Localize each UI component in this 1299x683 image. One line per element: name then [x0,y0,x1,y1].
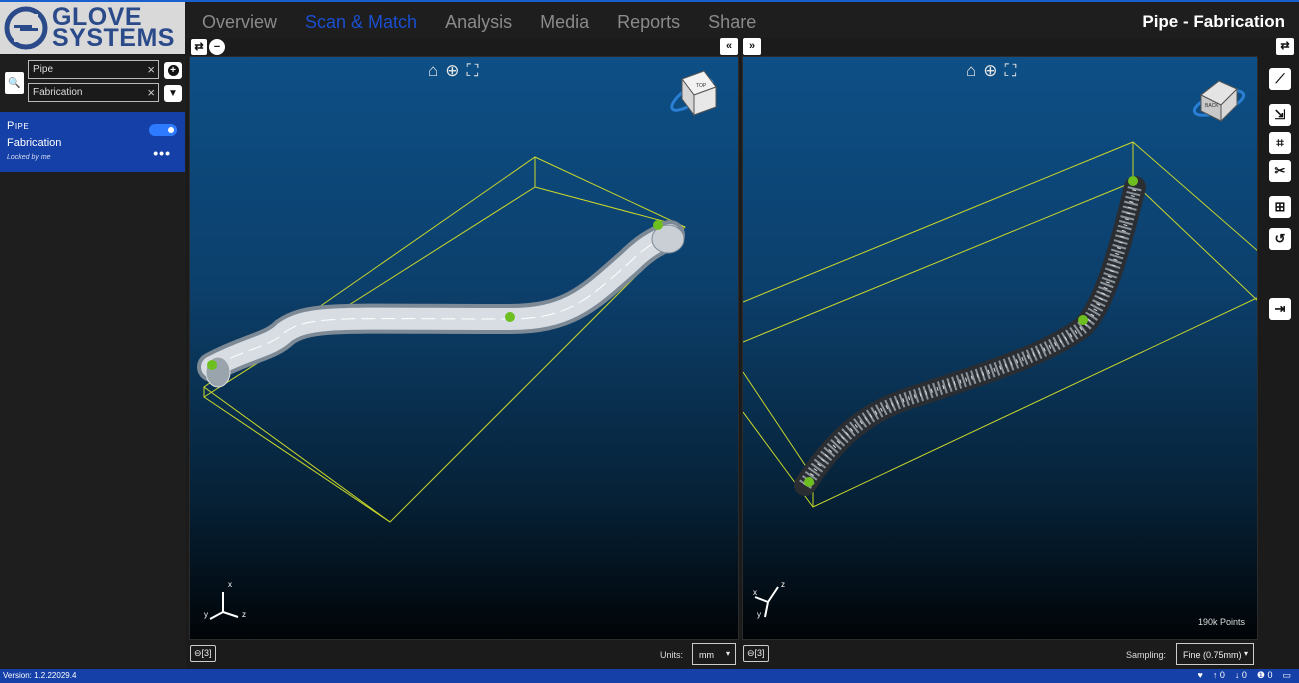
camera-icon: ⊖[3] [747,648,765,658]
minimize-button[interactable]: − [209,39,225,55]
zoom-fit-icon[interactable]: ⊕ [983,61,997,81]
swap-right-button[interactable]: ⇄ [1276,38,1294,55]
zoom-fit-icon[interactable]: ⊕ [445,61,459,81]
status-indicators: ♥ ↑ 0 ↓ 0 ❶ 0 ▭ [1198,670,1291,681]
axis-x-label: x [228,580,232,589]
marker-point[interactable] [653,220,663,230]
plus-circle-icon: + [167,65,179,76]
brand-line2: SYSTEMS [52,24,175,52]
upload-count: ↑ 0 [1212,670,1225,680]
alert-count: ❶ 0 [1256,670,1273,680]
marker-point[interactable] [207,360,217,370]
home-view-icon[interactable]: ⌂ [428,61,438,81]
project-name: Pipe [7,120,30,132]
right-camera-button[interactable]: ⊖[3] [743,645,769,662]
visibility-toggle[interactable] [149,124,177,136]
units-label: Units: [660,650,684,660]
right-view-tools: ⌂ ⊕ ⛶ [966,61,1016,81]
point-count: 190k Points [1197,617,1245,627]
clear-project-icon[interactable]: × [147,85,155,100]
dropdown-caret-icon: ▾ [1243,649,1248,658]
svg-text:BACK: BACK [1205,103,1219,109]
right-tool-rail: ⟋ ⇲ ⌗ ✂ ⊞ ↺ ⇥ [1261,56,1299,668]
tab-overview[interactable]: Overview [202,12,277,33]
tab-reports[interactable]: Reports [617,12,680,33]
status-bar: Version: 1.2.22029.4 ♥ ↑ 0 ↓ 0 ❶ 0 ▭ [0,669,1299,683]
marker-point[interactable] [1078,315,1088,325]
name-search-input[interactable]: Pipe × [28,60,159,79]
cad-model-scene: x z y TOP [197,70,717,620]
point-cloud-scene: z x y BACK [743,80,1257,619]
glove-logo-icon [4,6,48,50]
left-view-tools: ⌂ ⊕ ⛶ [428,61,478,81]
search-button[interactable]: 🔍 [5,72,24,94]
filter-icon: ▼ [168,87,178,99]
clear-name-icon[interactable]: × [147,62,155,77]
tab-scan-match[interactable]: Scan & Match [305,12,417,33]
units-select[interactable]: mm ▾ [692,643,736,665]
add-button[interactable]: + [164,62,182,79]
brand-logo: GLOVE SYSTEMS [0,2,185,54]
left-camera-button[interactable]: ⊖[3] [190,645,216,662]
cad-viewport[interactable]: x z y TOP ⌂ ⊕ ⛶ [189,56,739,640]
project-card[interactable]: Pipe Fabrication Locked by me ••• [0,112,185,172]
tab-analysis[interactable]: Analysis [445,12,512,33]
download-count: ↓ 0 [1234,670,1247,680]
home-view-icon[interactable]: ⌂ [966,61,976,81]
lock-status: Locked by me [7,154,51,161]
marker-point[interactable] [804,477,814,487]
swap-panels-button[interactable]: ⇄ [191,39,207,55]
expand-right-button[interactable]: » [743,38,761,55]
page-title: Pipe - Fabrication [1142,12,1285,31]
project-search-input[interactable]: Fabrication × [28,83,159,102]
svg-text:TOP: TOP [696,83,707,89]
undo-icon[interactable]: ↺ [1269,228,1291,250]
crop-tool-icon[interactable]: ⌗ [1269,132,1291,154]
sampling-select[interactable]: Fine (0.75mm) ▾ [1176,643,1254,665]
axis-x-label: x [753,588,757,597]
view-cube-icon[interactable]: BACK [1191,80,1246,123]
collapse-left-button[interactable]: « [720,38,738,55]
axis-z-label: z [242,610,246,619]
view-cube-icon[interactable]: TOP [668,70,717,117]
point-cloud-model [794,176,1146,496]
project-subtitle: Fabrication [7,137,62,149]
cut-tool-icon[interactable]: ✂ [1269,160,1291,182]
scan-viewport[interactable]: z x y BACK ⌂ ⊕ ⛶ 190k Points [742,56,1258,640]
version-label: Version: 1.2.22029.4 [3,671,77,680]
search-icon: 🔍 [8,77,21,89]
axis-z-label: z [781,580,785,589]
fullscreen-icon[interactable]: ⛶ [1005,61,1017,81]
axes-triad [209,592,239,620]
more-options-icon[interactable]: ••• [153,145,171,161]
align-tool-icon[interactable]: ⟋ [1269,68,1291,90]
main-nav: Overview Scan & Match Analysis Media Rep… [202,12,756,33]
filter-button[interactable]: ▼ [164,85,182,102]
sidebar: 🔍 Pipe × + Fabrication × ▼ Pipe Fabricat… [0,56,186,668]
top-bar: Overview Scan & Match Analysis Media Rep… [0,0,1299,38]
tab-media[interactable]: Media [540,12,589,33]
fullscreen-icon[interactable]: ⛶ [467,61,479,81]
sampling-label: Sampling: [1126,650,1167,660]
level-tool-icon[interactable]: ⇲ [1269,104,1291,126]
axis-y-label: y [204,610,208,619]
dropdown-caret-icon: ▾ [725,649,730,658]
axis-y-label: y [757,610,761,619]
tab-share[interactable]: Share [708,12,756,33]
export-icon[interactable]: ⇥ [1269,298,1291,320]
camera-icon: ⊖[3] [194,648,212,658]
folder-icon[interactable]: ▭ [1282,670,1291,681]
marker-point[interactable] [505,312,515,322]
heart-icon: ♥ [1197,670,1203,680]
grid-tool-icon[interactable]: ⊞ [1269,196,1291,218]
marker-point[interactable] [1128,176,1138,186]
